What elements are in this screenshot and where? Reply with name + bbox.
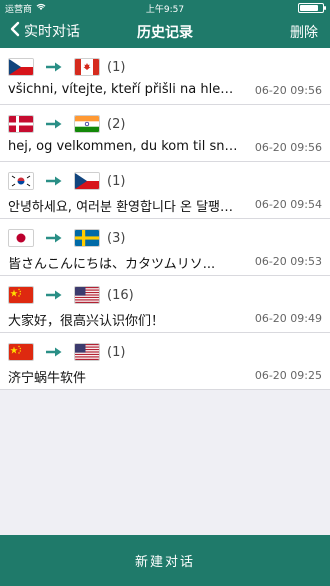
history-item[interactable]: (1) všichni, vítejte, kteří přišli na hl… — [0, 48, 330, 105]
history-list: (1) všichni, vítejte, kteří přišli na hl… — [0, 48, 330, 390]
timestamp: 06-20 09:56 — [254, 84, 322, 97]
app-header: 运营商 上午9:57 实时对话 历史记录 删除 — [0, 0, 330, 48]
language-pair: (2) — [8, 115, 125, 133]
arrow-right-icon — [42, 344, 66, 360]
message-preview: 안녕하세요, 여러분 환영합니다 온 달팽이... — [8, 200, 238, 215]
language-pair: (3) — [8, 229, 125, 247]
czech-republic-flag-icon — [8, 58, 34, 76]
arrow-right-icon — [42, 116, 66, 132]
history-item[interactable]: (16) 大家好，很高兴认识你们！ 06-20 09:49 — [0, 276, 330, 333]
battery-icon — [298, 3, 326, 13]
new-chat-button[interactable]: 新建对话 — [0, 535, 330, 586]
czech-republic-flag-icon — [74, 172, 100, 190]
timestamp: 06-20 09:56 — [254, 141, 322, 154]
language-pair: (16) — [8, 286, 134, 304]
message-preview: 济宁蜗牛软件 — [8, 371, 87, 386]
message-count: (2) — [107, 116, 126, 132]
arrow-right-icon — [42, 59, 66, 75]
page-title: 历史记录 — [137, 25, 193, 41]
history-item[interactable]: (1) 济宁蜗牛软件 06-20 09:25 — [0, 333, 330, 390]
united-states-flag-icon — [74, 343, 100, 361]
history-item[interactable]: (3) 皆さんこんにちは、カタツムリソ... 06-20 09:53 — [0, 219, 330, 276]
message-count: (1) — [107, 173, 126, 189]
message-preview: hej, og velkommen, du kom til snegl... — [8, 139, 238, 154]
history-item[interactable]: (2) hej, og velkommen, du kom til snegl.… — [0, 105, 330, 162]
message-count: (3) — [107, 230, 126, 246]
nav-bar: 实时对话 历史记录 删除 — [0, 14, 330, 48]
arrow-right-icon — [42, 173, 66, 189]
message-count: (16) — [107, 287, 134, 303]
china-flag-icon — [8, 343, 34, 361]
timestamp: 06-20 09:49 — [254, 312, 322, 325]
south-korea-flag-icon — [8, 172, 34, 190]
message-preview: 皆さんこんにちは、カタツムリソ... — [8, 257, 216, 272]
china-flag-icon — [8, 286, 34, 304]
sweden-flag-icon — [74, 229, 100, 247]
denmark-flag-icon — [8, 115, 34, 133]
message-preview: 大家好，很高兴认识你们！ — [8, 314, 165, 329]
message-count: (1) — [107, 344, 126, 360]
timestamp: 06-20 09:54 — [254, 198, 322, 211]
language-pair: (1) — [8, 343, 125, 361]
japan-flag-icon — [8, 229, 34, 247]
status-bar: 运营商 上午9:57 — [0, 0, 330, 15]
language-pair: (1) — [8, 58, 125, 76]
india-flag-icon — [74, 115, 100, 133]
message-count: (1) — [107, 59, 126, 75]
united-states-flag-icon — [74, 286, 100, 304]
delete-button[interactable]: 删除 — [290, 22, 318, 42]
message-preview: všichni, vítejte, kteří přišli na hlemýž… — [8, 82, 238, 97]
arrow-right-icon — [42, 230, 66, 246]
canada-flag-icon — [74, 58, 100, 76]
timestamp: 06-20 09:25 — [254, 369, 322, 382]
history-item[interactable]: (1) 안녕하세요, 여러분 환영합니다 온 달팽이... 06-20 09:5… — [0, 162, 330, 219]
new-chat-label: 新建对话 — [134, 555, 195, 570]
language-pair: (1) — [8, 172, 125, 190]
arrow-right-icon — [42, 287, 66, 303]
timestamp: 06-20 09:53 — [254, 255, 322, 268]
